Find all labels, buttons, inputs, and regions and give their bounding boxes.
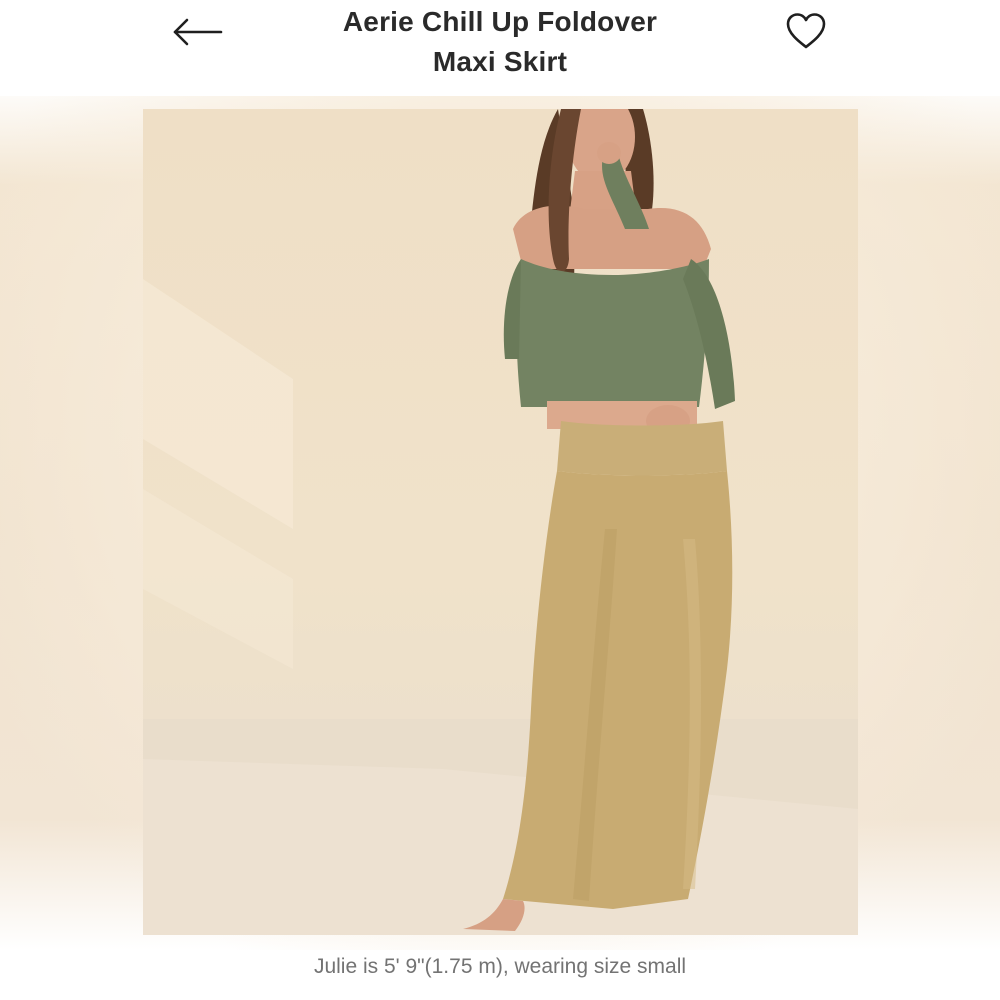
arrow-left-icon	[173, 18, 223, 46]
product-title: Aerie Chill Up Foldover Maxi Skirt	[260, 2, 740, 82]
product-header: Aerie Chill Up Foldover Maxi Skirt	[0, 0, 1000, 96]
product-title-line-2: Maxi Skirt	[432, 46, 568, 77]
model-photo-illustration	[143, 109, 858, 935]
heart-outline-icon	[786, 13, 826, 49]
favorite-button[interactable]	[780, 6, 832, 56]
product-title-line-1: Aerie Chill Up Foldover	[342, 6, 658, 37]
model-size-caption: Julie is 5' 9"(1.75 m), wearing size sma…	[313, 955, 687, 978]
back-button[interactable]	[164, 10, 230, 54]
product-image[interactable]	[143, 109, 858, 935]
